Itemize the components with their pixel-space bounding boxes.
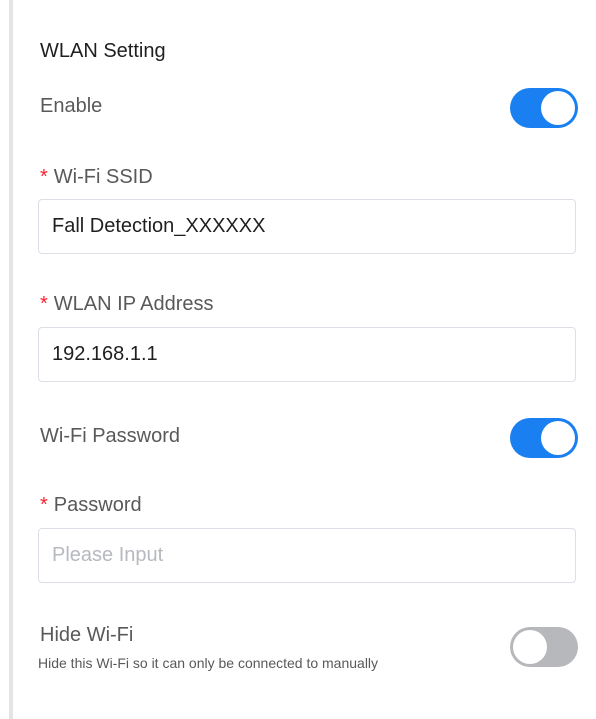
ssid-input[interactable]: [38, 199, 576, 254]
enable-label: Enable: [40, 95, 103, 117]
wifi-password-label: Wi-Fi Password: [40, 425, 181, 447]
required-mark: *: [40, 166, 48, 188]
toggle-knob: [513, 630, 547, 664]
ssid-label: * Wi-Fi SSID: [40, 166, 153, 189]
hide-wifi-toggle[interactable]: [510, 627, 578, 667]
toggle-knob: [541, 421, 575, 455]
required-mark: *: [40, 494, 48, 516]
toggle-knob: [541, 91, 575, 125]
password-label-text: Password: [53, 494, 142, 516]
enable-toggle[interactable]: [510, 88, 578, 128]
ip-label-text: WLAN IP Address: [53, 293, 214, 315]
required-mark: *: [40, 293, 48, 315]
password-input[interactable]: [38, 528, 576, 583]
section-title: WLAN Setting: [40, 40, 166, 62]
ssid-label-text: Wi-Fi SSID: [53, 166, 153, 188]
hide-wifi-label: Hide Wi-Fi: [40, 624, 134, 646]
ip-label: * WLAN IP Address: [40, 293, 214, 316]
hide-wifi-description: Hide this Wi-Fi so it can only be connec…: [38, 655, 379, 671]
ip-input[interactable]: [38, 327, 576, 382]
left-border: [9, 0, 13, 719]
wifi-password-toggle[interactable]: [510, 418, 578, 458]
wlan-settings-panel: WLAN Setting Enable *Wi-Fi SSID *WLAN IP…: [38, 0, 580, 719]
password-label: * Password: [40, 494, 142, 517]
